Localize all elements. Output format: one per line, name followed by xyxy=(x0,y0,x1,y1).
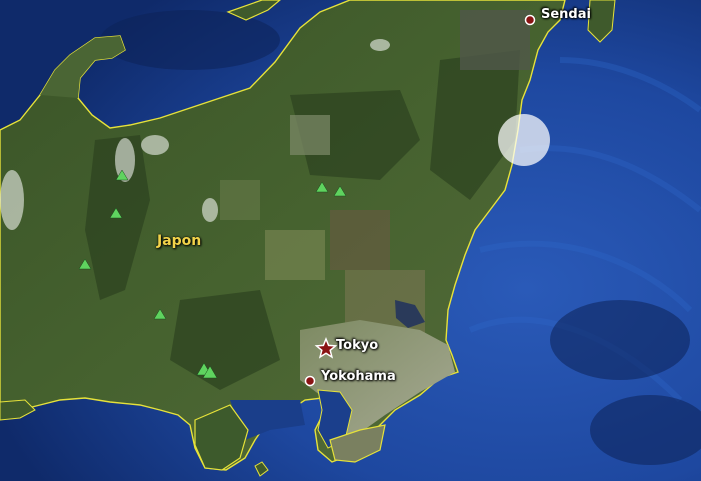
city-label-sendai: Sendai xyxy=(541,7,591,22)
country-label: Japon xyxy=(157,233,202,249)
city-dot-icon[interactable] xyxy=(304,375,316,387)
highlight-circle-icon[interactable] xyxy=(498,114,550,166)
city-label-tokyo: Tokyo xyxy=(336,338,379,353)
city-dot-icon[interactable] xyxy=(524,14,536,26)
map-canvas[interactable] xyxy=(0,0,701,481)
satellite-map[interactable]: Sendai Tokyo Yokohama Japon xyxy=(0,0,701,481)
city-label-yokohama: Yokohama xyxy=(321,369,396,384)
